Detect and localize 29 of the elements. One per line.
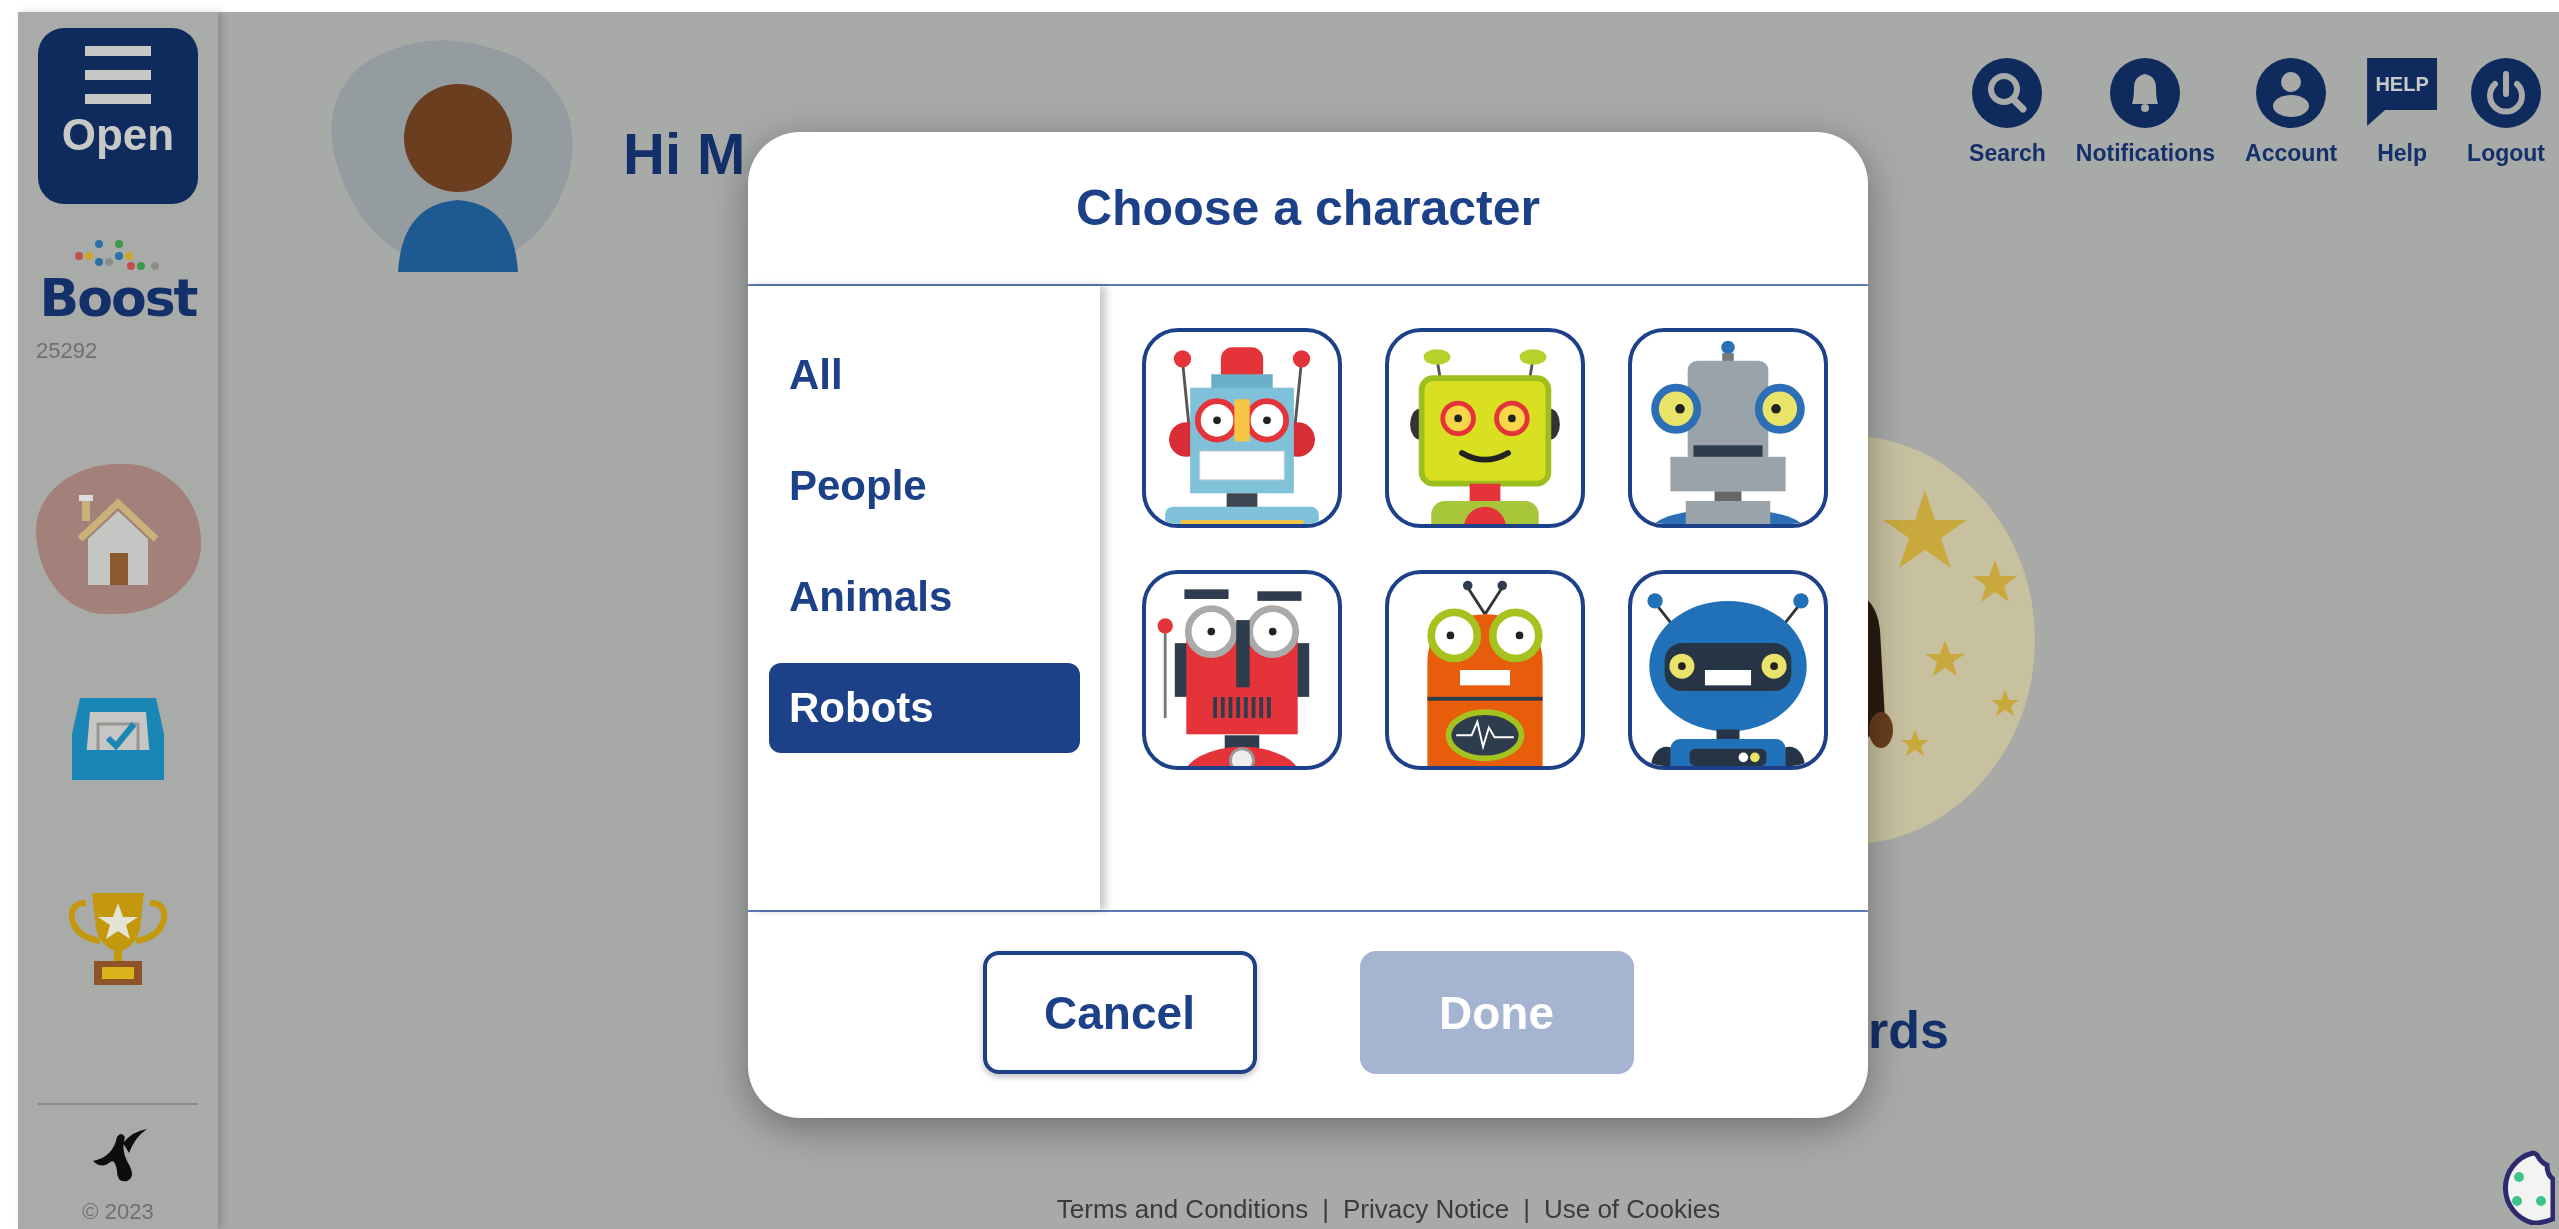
- card-title: rds: [1868, 1000, 1950, 1060]
- category-tab[interactable]: People: [769, 441, 1080, 531]
- greeting: Hi M: [623, 120, 746, 187]
- category-tab[interactable]: Robots: [769, 663, 1080, 753]
- search-button[interactable]: Search: [1969, 58, 2046, 167]
- bell-icon: [2110, 58, 2181, 128]
- separator: |: [1523, 1194, 1530, 1225]
- footer-link[interactable]: Privacy Notice: [1343, 1194, 1510, 1225]
- logout-button[interactable]: Logout: [2467, 58, 2545, 167]
- person-icon: [2256, 58, 2327, 128]
- copyright-text: © 2023: [82, 1199, 154, 1225]
- search-icon: [1972, 58, 2043, 128]
- footer-link[interactable]: Use of Cookies: [1543, 1194, 1721, 1225]
- help-icon: HELP: [2367, 58, 2438, 126]
- category-tab[interactable]: Animals: [769, 552, 1080, 642]
- open-menu-button[interactable]: Open: [38, 28, 198, 204]
- cancel-button[interactable]: Cancel: [982, 951, 1257, 1074]
- dots-icon: [75, 238, 161, 272]
- category-tab[interactable]: All: [769, 330, 1080, 420]
- notifications-button[interactable]: Notifications: [2075, 58, 2216, 167]
- help-button[interactable]: HELP Help: [2367, 58, 2438, 167]
- power-icon: [2471, 58, 2542, 128]
- logo-text: Boost: [39, 272, 197, 324]
- separator: |: [1322, 1194, 1329, 1225]
- account-button[interactable]: Account: [2245, 58, 2338, 167]
- school-code: 25292: [36, 338, 98, 364]
- footer-link[interactable]: Terms and Conditions: [1056, 1194, 1309, 1225]
- menu-icon: [85, 46, 151, 104]
- dialog-title: Choose a character: [1075, 179, 1541, 237]
